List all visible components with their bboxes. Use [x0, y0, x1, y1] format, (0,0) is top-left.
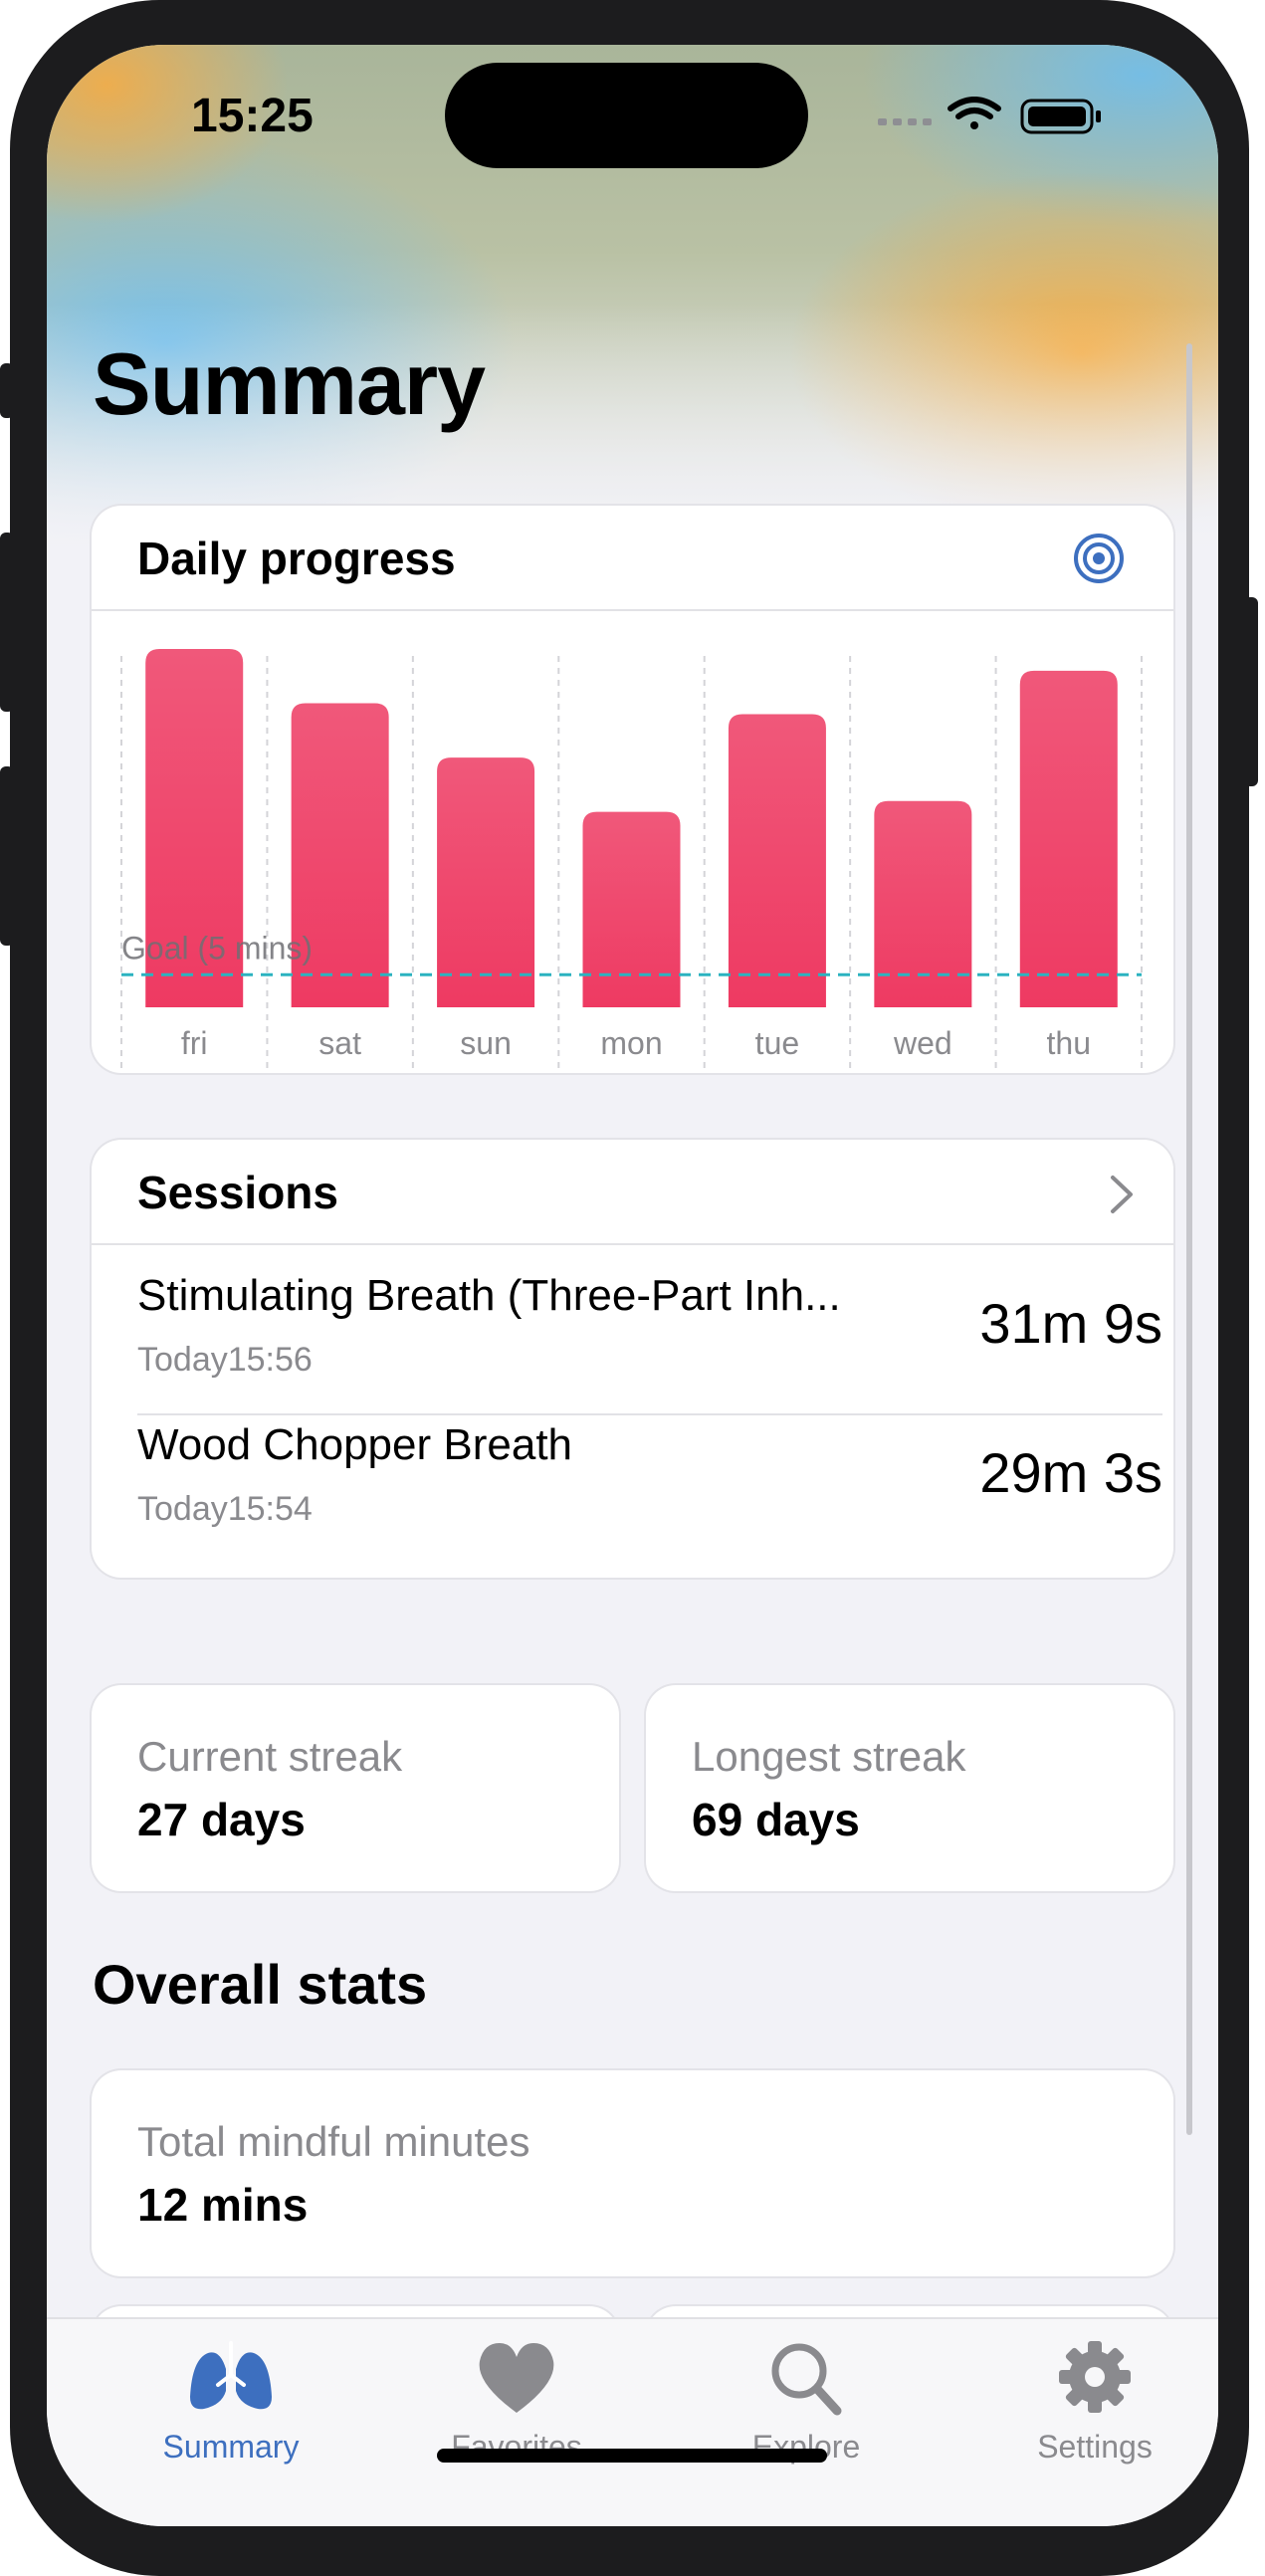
wifi-icon — [948, 97, 1001, 129]
status-time: 15:25 — [191, 90, 314, 142]
screen: 15:25 Summary Daily progress fri sat sun… — [47, 45, 1218, 2526]
chart-tick-label: wed — [893, 1025, 952, 1061]
chart-tick-label: mon — [600, 1025, 662, 1061]
session-name: Wood Chopper Breath — [137, 1420, 573, 1469]
status-icons — [878, 97, 1101, 134]
session-duration: 31m 9s — [979, 1292, 1162, 1355]
tab-summary-label: Summary — [162, 2429, 300, 2465]
tab-favorites[interactable]: Favorites — [377, 2319, 656, 2469]
chart-tick-label: thu — [1047, 1025, 1091, 1061]
longest-streak-label: Longest streak — [692, 1733, 966, 1780]
chart-tick-label: sat — [318, 1025, 361, 1061]
tab-explore[interactable]: Explore — [667, 2319, 946, 2469]
lungs-icon — [190, 2341, 272, 2410]
gear-icon — [1059, 2341, 1131, 2413]
sessions-header[interactable]: Sessions — [92, 1140, 1173, 1245]
action-button — [0, 363, 14, 418]
sessions-card[interactable]: Sessions Stimulating Breath (Three-Part … — [92, 1140, 1173, 1578]
power-button — [1244, 597, 1258, 786]
total-mindful-value: 12 mins — [137, 2179, 309, 2231]
chart-bar-tue — [728, 714, 826, 1007]
session-time: Today15:54 — [137, 1490, 313, 1528]
longest-streak-card[interactable]: Longest streak 69 days — [646, 1685, 1173, 1891]
session-duration: 29m 3s — [979, 1441, 1162, 1504]
session-row[interactable]: Wood Chopper Breath Today15:54 29m 3s — [137, 1400, 1162, 1550]
heart-icon — [479, 2343, 554, 2413]
dynamic-island — [445, 63, 808, 168]
chart-bar-thu — [1019, 670, 1118, 1007]
search-icon — [771, 2343, 842, 2416]
signal-icon — [878, 118, 932, 125]
volume-down-button — [0, 766, 14, 946]
longest-streak-value: 69 days — [692, 1794, 860, 1845]
daily-progress-title: Daily progress — [137, 533, 456, 584]
volume-up-button — [0, 533, 14, 712]
home-indicator[interactable] — [437, 2449, 827, 2463]
daily-progress-header: Daily progress — [92, 506, 1173, 611]
chart-tick-label: tue — [755, 1025, 799, 1061]
session-time: Today15:56 — [137, 1341, 313, 1379]
current-streak-value: 27 days — [137, 1794, 306, 1845]
sessions-title: Sessions — [137, 1167, 338, 1218]
chart-tick-label: fri — [181, 1025, 208, 1061]
total-mindful-label: Total mindful minutes — [137, 2118, 530, 2165]
daily-progress-chart: fri sat sun mon tue wed thu Goal (5 mins) — [120, 649, 1143, 1069]
tab-bar: Summary Favorites Explore Settings — [47, 2317, 1218, 2526]
target-icon[interactable] — [1072, 532, 1126, 585]
daily-progress-card[interactable]: Daily progress fri sat sun mon tue wed thu Goal… — [92, 506, 1173, 1073]
chart-bar-sun — [437, 757, 535, 1007]
session-row[interactable]: Stimulating Breath (Three-Part Inh... To… — [137, 1251, 1162, 1400]
session-name: Stimulating Breath (Three-Part Inh... — [137, 1271, 841, 1320]
goal-label: Goal (5 mins) — [121, 930, 313, 966]
scrollbar[interactable] — [1186, 343, 1192, 2135]
current-streak-label: Current streak — [137, 1733, 403, 1780]
tab-summary[interactable]: Summary — [92, 2319, 370, 2469]
chart-bar-wed — [874, 800, 972, 1007]
chart-bar-mon — [582, 811, 681, 1007]
total-mindful-card[interactable]: Total mindful minutes 12 mins — [92, 2070, 1173, 2276]
tab-settings-label: Settings — [1037, 2429, 1153, 2465]
battery-icon — [1020, 99, 1101, 134]
chart-tick-label: sun — [460, 1025, 512, 1061]
overall-stats-title: Overall stats — [93, 1953, 428, 2016]
page-title: Summary — [93, 334, 486, 433]
chevron-right-icon[interactable] — [1107, 1174, 1137, 1215]
current-streak-card[interactable]: Current streak 27 days — [92, 1685, 619, 1891]
tab-settings[interactable]: Settings — [955, 2319, 1218, 2469]
